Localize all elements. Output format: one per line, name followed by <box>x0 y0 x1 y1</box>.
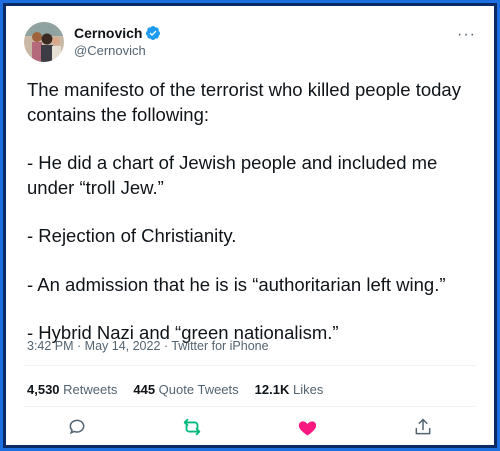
like-button[interactable] <box>297 416 319 438</box>
divider <box>24 406 476 407</box>
screenshot-frame: Cernovich @Cernovich ··· The manifesto o… <box>3 3 497 448</box>
tweet-source[interactable]: Twitter for iPhone <box>171 339 268 353</box>
tweet-header: Cernovich @Cernovich ··· <box>24 20 476 64</box>
share-icon <box>415 418 431 435</box>
likes-count: 12.1K <box>254 382 290 397</box>
tweet-stats: 4,530 Retweets 445 Quote Tweets 12.1K Li… <box>27 382 339 397</box>
more-options-icon[interactable]: ··· <box>457 26 476 44</box>
tweet-text: The manifesto of the terrorist who kille… <box>27 78 472 346</box>
display-name-row: Cernovich <box>74 24 161 42</box>
retweets-stat[interactable]: 4,530 Retweets <box>27 382 117 397</box>
meta-separator: · <box>73 339 85 353</box>
retweets-label: Retweets <box>59 382 118 397</box>
likes-stat[interactable]: 12.1K Likes <box>255 382 324 397</box>
quote-tweets-label: Quote Tweets <box>155 382 239 397</box>
reply-icon <box>69 419 85 435</box>
retweet-icon <box>184 418 201 436</box>
retweet-button[interactable] <box>181 416 203 438</box>
tweet-line: - An admission that he is is “authoritar… <box>27 273 446 295</box>
tweet-line: - Rejection of Christianity. <box>27 225 237 246</box>
avatar[interactable] <box>24 22 64 62</box>
tweet-actions <box>66 416 434 438</box>
author-names: Cernovich @Cernovich <box>74 24 161 60</box>
tweet-card: Cernovich @Cernovich ··· The manifesto o… <box>6 6 494 445</box>
tweet-metadata: 3:42 PM · May 14, 2022 · Twitter for iPh… <box>27 339 269 353</box>
verified-badge-icon <box>145 25 161 41</box>
tweet-date[interactable]: May 14, 2022 <box>85 339 161 353</box>
quote-tweets-count: 445 <box>133 382 156 397</box>
meta-separator: · <box>160 339 172 353</box>
divider <box>24 365 476 366</box>
display-name[interactable]: Cernovich <box>74 24 142 42</box>
like-icon <box>298 420 317 435</box>
quote-tweets-stat[interactable]: 445 Quote Tweets <box>133 382 238 397</box>
tweet-time[interactable]: 3:42 PM <box>27 339 74 353</box>
likes-label: Likes <box>289 382 324 397</box>
retweets-count: 4,530 <box>27 382 60 397</box>
share-button[interactable] <box>412 416 434 438</box>
author-handle[interactable]: @Cernovich <box>74 42 161 60</box>
reply-button[interactable] <box>66 416 88 438</box>
tweet-line: - He did a chart of Jewish people and in… <box>27 152 438 198</box>
tweet-line: The manifesto of the terrorist who kille… <box>27 79 461 125</box>
